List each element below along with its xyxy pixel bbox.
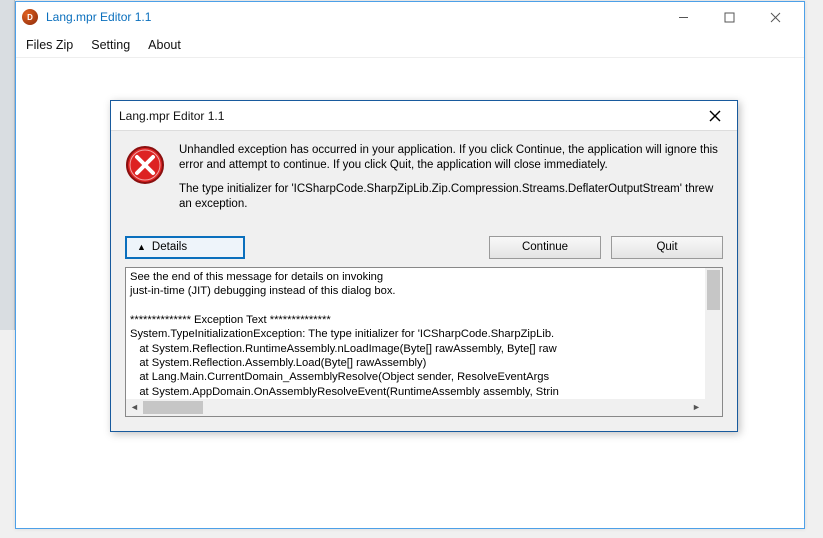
quit-button-label: Quit	[656, 241, 677, 253]
error-dialog: Lang.mpr Editor 1.1 Unhandled exception …	[110, 100, 738, 432]
background-panel	[0, 0, 15, 330]
dialog-close-button[interactable]	[701, 105, 729, 127]
details-button[interactable]: ▲ Details	[125, 236, 245, 259]
details-textbox[interactable]: See the end of this message for details …	[125, 267, 723, 417]
scroll-right-icon[interactable]: ►	[688, 399, 705, 416]
quit-button[interactable]: Quit	[611, 236, 723, 259]
dialog-titlebar: Lang.mpr Editor 1.1	[111, 101, 737, 131]
details-text: See the end of this message for details …	[126, 268, 705, 399]
titlebar: D Lang.mpr Editor 1.1	[16, 2, 804, 32]
dialog-message: Unhandled exception has occurred in your…	[179, 143, 723, 222]
close-button[interactable]	[752, 2, 798, 32]
dialog-message-line2: The type initializer for 'ICSharpCode.Sh…	[179, 182, 723, 211]
window-controls	[660, 2, 798, 32]
maximize-button[interactable]	[706, 2, 752, 32]
window-title: Lang.mpr Editor 1.1	[46, 10, 660, 24]
scrollbar-thumb[interactable]	[707, 270, 720, 310]
menu-setting[interactable]: Setting	[91, 38, 130, 52]
scroll-left-icon[interactable]: ◄	[126, 399, 143, 416]
horizontal-scrollbar[interactable]: ◄ ►	[126, 399, 705, 416]
menubar: Files Zip Setting About	[16, 32, 804, 58]
dialog-body: Unhandled exception has occurred in your…	[111, 131, 737, 431]
vertical-scrollbar[interactable]	[705, 268, 722, 399]
details-arrow-icon: ▲	[137, 242, 146, 252]
minimize-button[interactable]	[660, 2, 706, 32]
error-icon	[125, 145, 165, 185]
dialog-title: Lang.mpr Editor 1.1	[119, 109, 701, 123]
dialog-button-row: ▲ Details Continue Quit	[125, 236, 723, 259]
menu-about[interactable]: About	[148, 38, 181, 52]
dialog-message-line1: Unhandled exception has occurred in your…	[179, 143, 723, 172]
continue-button-label: Continue	[522, 241, 568, 253]
scrollbar-corner	[705, 399, 722, 416]
app-icon: D	[22, 9, 38, 25]
scrollbar-thumb[interactable]	[143, 401, 203, 414]
menu-files-zip[interactable]: Files Zip	[26, 38, 73, 52]
details-button-label: Details	[152, 241, 187, 253]
continue-button[interactable]: Continue	[489, 236, 601, 259]
